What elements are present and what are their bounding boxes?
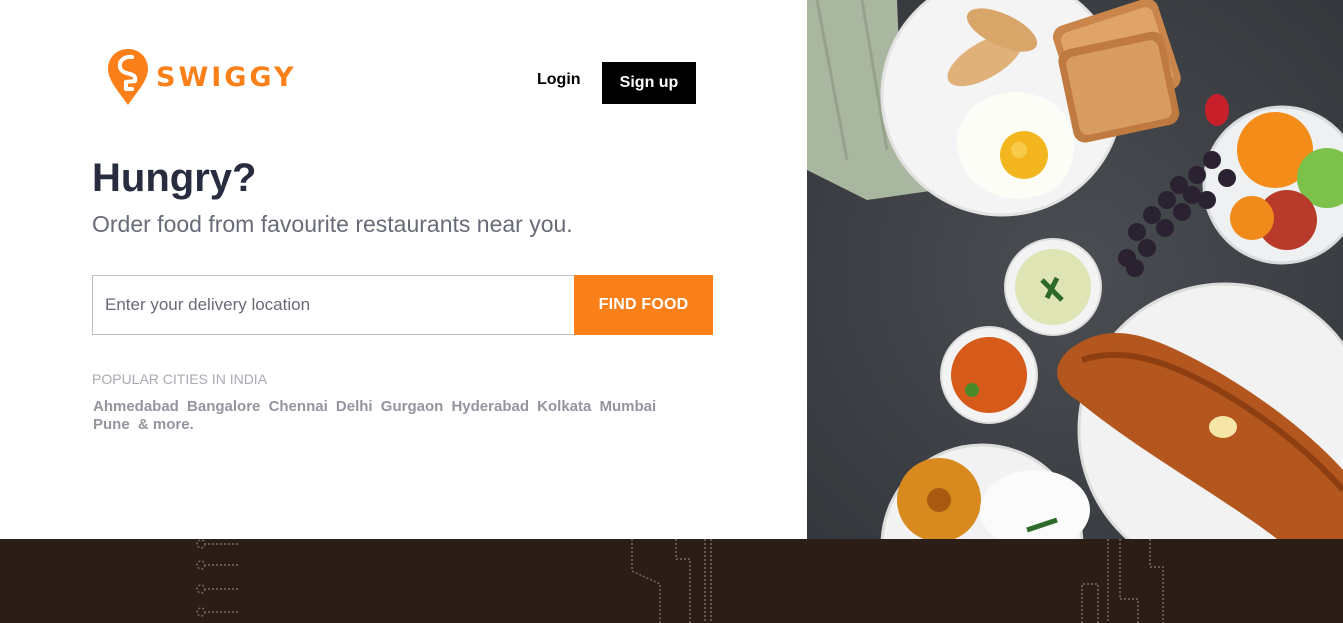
more-cities-label: & more. — [137, 416, 194, 433]
food-hero-image — [807, 0, 1343, 539]
popular-cities-title: POPULAR CITIES IN INDIA — [92, 371, 268, 387]
city-link-kolkata[interactable]: Kolkata — [537, 398, 591, 415]
strawberry-icon — [1205, 94, 1229, 126]
city-link-chennai[interactable]: Chennai — [269, 398, 328, 415]
brand-name: SWIGGY — [156, 61, 297, 93]
location-search: FIND FOOD — [92, 275, 713, 335]
city-link-delhi[interactable]: Delhi — [336, 398, 373, 415]
city-link-hyderabad[interactable]: Hyderabad — [451, 398, 529, 415]
food-illustration — [807, 0, 1343, 539]
hero-subtitle: Order food from favourite restaurants ne… — [92, 211, 573, 237]
city-link-pune[interactable]: Pune — [93, 416, 130, 433]
footer-band — [0, 539, 1343, 623]
signup-button[interactable]: Sign up — [602, 62, 696, 104]
city-link-bangalore[interactable]: Bangalore — [187, 398, 260, 415]
hero-panel: SWIGGY Login Sign up Hungry? Order food … — [0, 0, 807, 539]
find-food-button[interactable]: FIND FOOD — [574, 275, 713, 335]
footer-pattern — [196, 539, 1164, 623]
popular-cities-list: Ahmedabad Bangalore Chennai Delhi Gurgao… — [93, 398, 693, 434]
city-link-mumbai[interactable]: Mumbai — [600, 398, 657, 415]
delivery-location-input[interactable] — [92, 275, 574, 335]
brand-logo[interactable]: SWIGGY — [108, 49, 297, 105]
city-link-gurgaon[interactable]: Gurgaon — [381, 398, 444, 415]
hero-title: Hungry? — [92, 156, 257, 200]
login-link[interactable]: Login — [537, 71, 581, 89]
city-link-ahmedabad[interactable]: Ahmedabad — [93, 398, 179, 415]
swiggy-logo-icon — [108, 49, 148, 105]
